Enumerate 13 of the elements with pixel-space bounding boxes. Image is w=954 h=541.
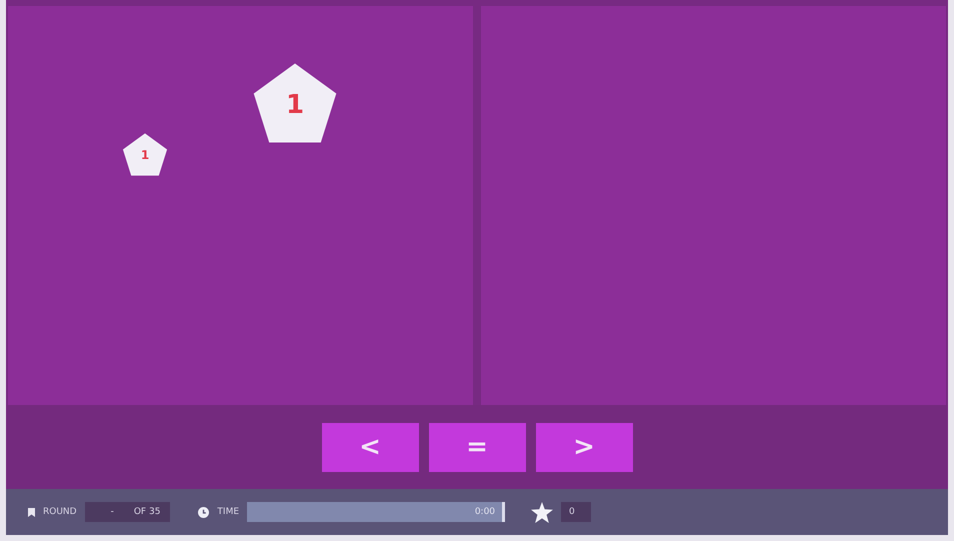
pentagon-tile[interactable]: 1 — [252, 61, 338, 145]
time-label: TIME — [217, 507, 240, 517]
time-reading: 0:00 — [474, 507, 496, 517]
clock-icon — [198, 506, 210, 518]
compare-button[interactable]: < — [322, 422, 418, 472]
score-value: 0 — [561, 502, 591, 522]
bookmark-icon — [28, 508, 35, 516]
round-label: ROUND — [43, 507, 77, 517]
compare-button[interactable]: = — [428, 422, 526, 472]
star-icon — [531, 502, 554, 522]
round-field: - OF 35 — [84, 502, 170, 522]
compare-button[interactable]: > — [536, 422, 632, 472]
pentagon-tile[interactable]: 1 — [122, 132, 168, 177]
